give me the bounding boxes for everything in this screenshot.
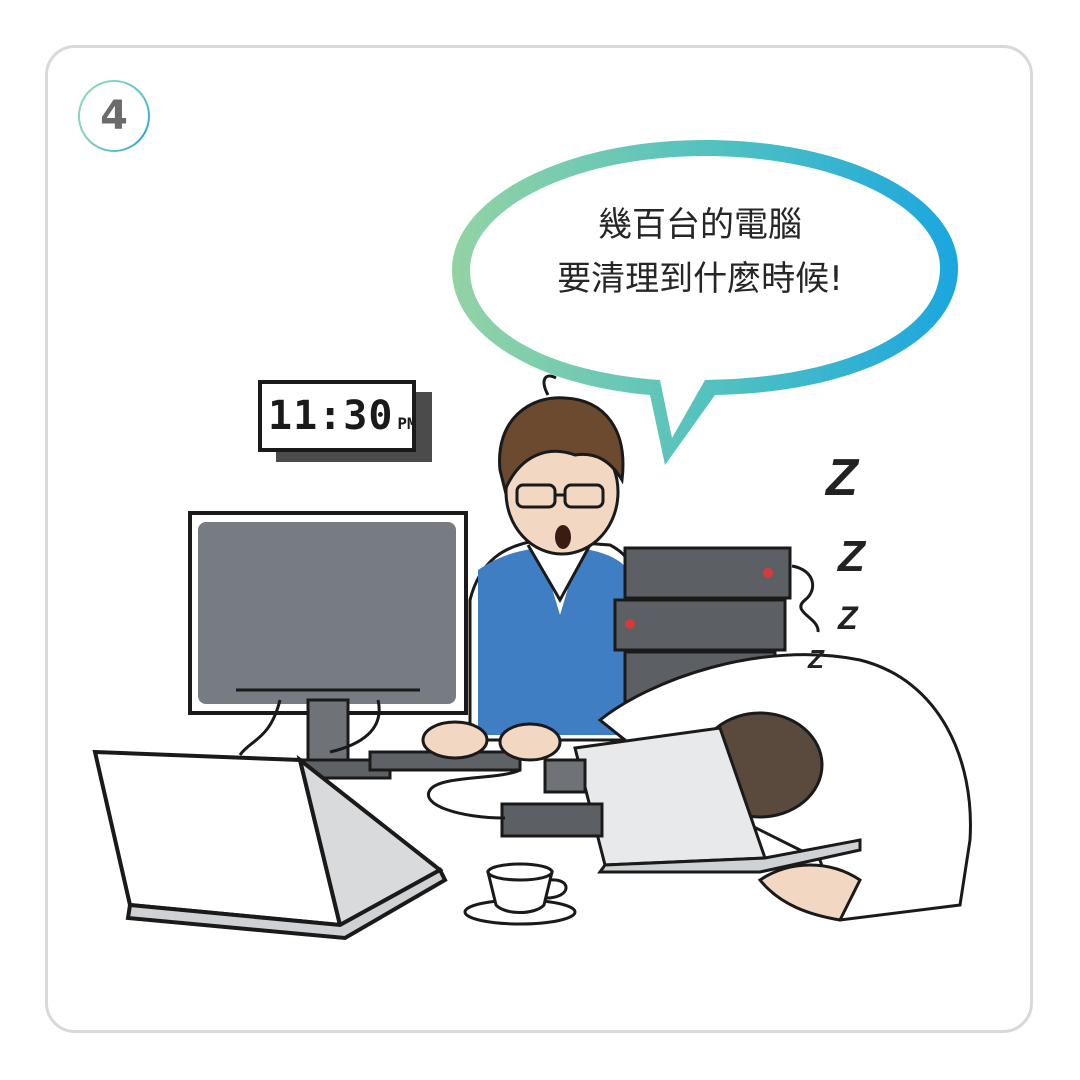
clock-period: PM xyxy=(397,414,417,433)
panel-number: 4 xyxy=(80,82,148,150)
speech-line-1: 幾百台的電腦 xyxy=(598,205,802,245)
clock-time: 11:30 xyxy=(268,393,394,439)
speech-line-2: 要清理到什麼時候! xyxy=(557,259,843,299)
speech-bubble-text: 幾百台的電腦 要清理到什麼時候! xyxy=(480,198,920,306)
clock-display: 11:30 PM xyxy=(268,393,417,439)
sleep-mark-1: Z xyxy=(826,449,858,507)
panel-number-badge: 4 xyxy=(78,80,150,152)
sleep-mark-3: Z xyxy=(838,600,858,636)
coffee-cup xyxy=(463,862,577,926)
sleep-mark-4: Z xyxy=(808,644,824,674)
laptop-left xyxy=(92,749,448,941)
sleep-mark-2: Z xyxy=(838,532,865,581)
comic-illustration xyxy=(92,140,972,941)
